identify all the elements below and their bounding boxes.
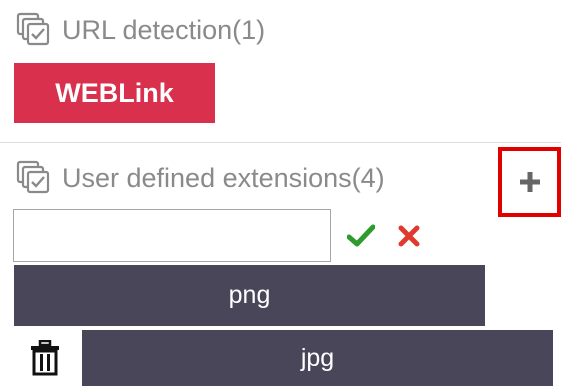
user-extensions-title: User defined extensions(4)	[62, 162, 385, 193]
extension-tag-label: jpg	[300, 343, 335, 372]
extension-tag-png[interactable]: png	[14, 265, 485, 326]
plus-icon	[519, 172, 540, 192]
extension-tag-jpg[interactable]: jpg	[82, 330, 553, 386]
url-detection-title: URL detection(1)	[62, 14, 266, 45]
extension-tag-label: png	[228, 281, 271, 309]
check-icon[interactable]	[347, 224, 375, 248]
checklist-icon	[16, 160, 50, 194]
trash-icon[interactable]	[30, 340, 60, 376]
add-extension-button[interactable]	[498, 147, 561, 217]
section-divider	[0, 142, 561, 143]
weblink-tag[interactable]: WEBLink	[14, 63, 215, 123]
weblink-tag-label: WEBLink	[55, 77, 174, 108]
x-icon[interactable]	[398, 225, 420, 247]
extension-input[interactable]	[13, 209, 331, 262]
user-extensions-header: User defined extensions(4)	[16, 160, 385, 196]
checklist-icon	[16, 12, 50, 46]
url-detection-header: URL detection(1)	[16, 12, 265, 48]
